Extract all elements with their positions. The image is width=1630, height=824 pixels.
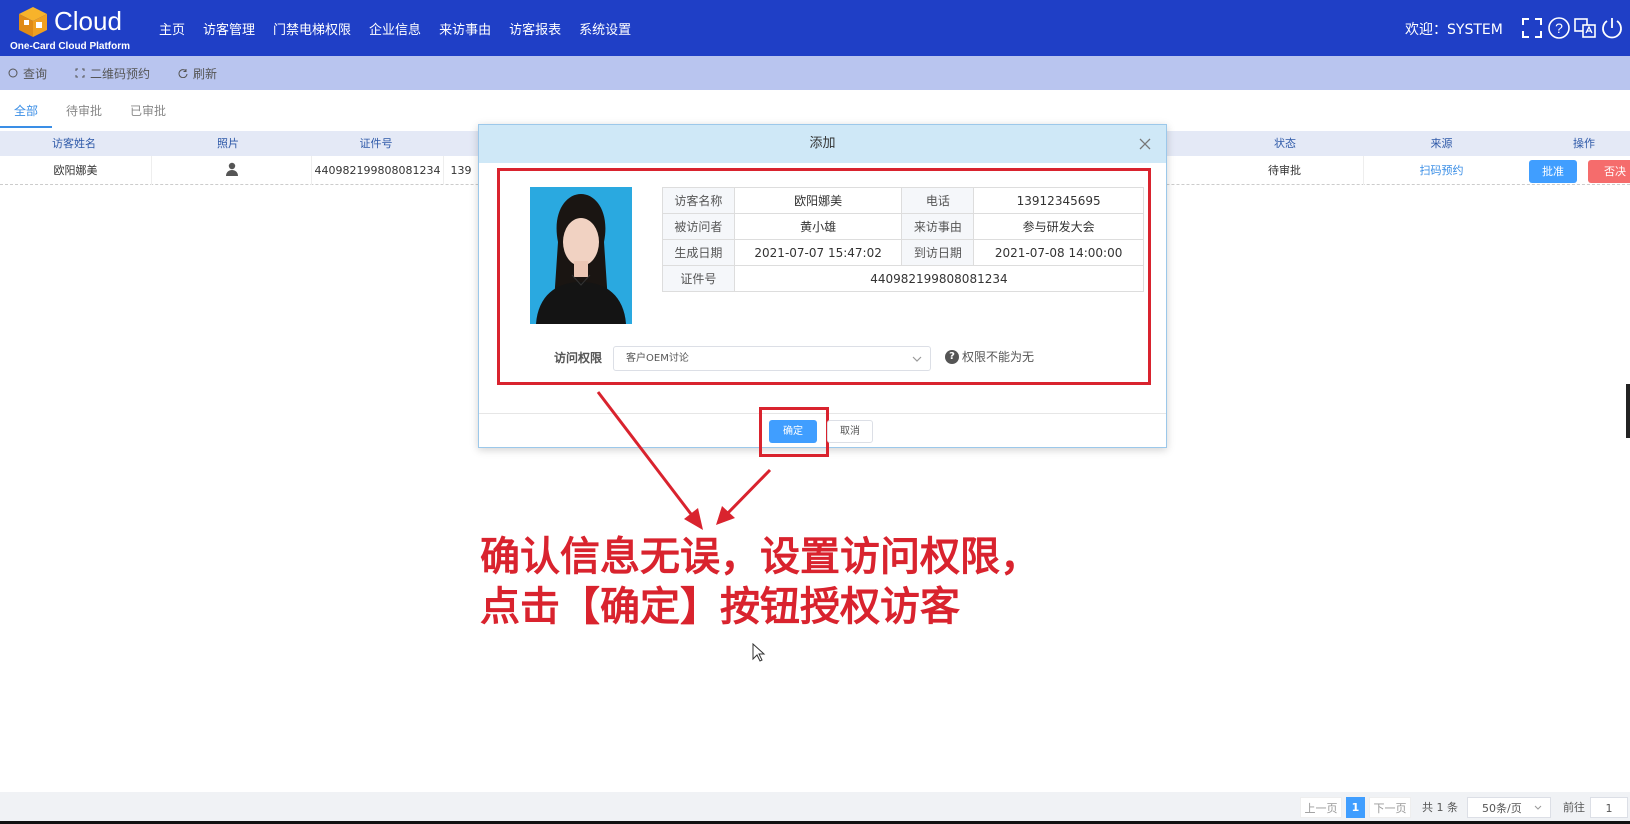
permission-select[interactable]: 客户OEM讨论 (613, 346, 931, 371)
nav-item-visitor-management[interactable]: 访客管理 (203, 19, 255, 38)
toolbar: 查询 二维码预约 刷新 (0, 56, 1630, 90)
next-page-button[interactable]: 下一页 (1369, 797, 1411, 818)
qr-booking-label: 二维码预约 (90, 66, 151, 81)
page-1-button[interactable]: 1 (1346, 797, 1365, 818)
permission-hint: ? 权限不能为无 (945, 348, 1034, 365)
nav-item-visitor-reports[interactable]: 访客报表 (509, 19, 561, 38)
label-phone: 电话 (901, 187, 975, 214)
column-visitor-name: 访客姓名 (52, 137, 96, 150)
cell-visitor-name: 欧阳娜美 (0, 156, 152, 185)
visitor-photo (530, 187, 632, 324)
chevron-down-icon (1534, 805, 1542, 810)
power-icon[interactable] (1600, 16, 1624, 40)
column-source: 来源 (1430, 137, 1453, 150)
cube-logo-icon (19, 7, 47, 37)
value-reason: 参与研发大会 (973, 213, 1144, 240)
prev-page-button[interactable]: 上一页 (1300, 797, 1342, 818)
main-nav: 主页 访客管理 门禁电梯权限 企业信息 来访事由 访客报表 系统设置 (150, 0, 640, 56)
label-host: 被访问者 (662, 213, 735, 240)
status-tabs: 全部 待审批 已审批 (0, 94, 180, 128)
permission-hint-text: 权限不能为无 (962, 350, 1035, 364)
annotation-line-1: 确认信息无误，设置访问权限， (480, 534, 1040, 580)
column-photo: 照片 (217, 137, 239, 150)
permission-label: 访问权限 (554, 351, 603, 365)
welcome-text: 欢迎：SYSTEM (1405, 22, 1503, 38)
approve-button[interactable]: 批准 (1529, 160, 1577, 183)
pagination-bar: 上一页 1 下一页 共 1 条 50条/页 前往 1 (0, 792, 1630, 822)
value-created: 2021-07-07 15:47:02 (733, 239, 903, 266)
brand-subtitle: One-Card Cloud Platform (10, 41, 131, 52)
scan-icon (75, 68, 85, 78)
page-size-select[interactable]: 50条/页 (1467, 797, 1551, 818)
refresh-button[interactable]: 刷新 (178, 65, 217, 82)
goto-label: 前往 (1563, 801, 1585, 814)
cancel-button[interactable]: 取消 (827, 420, 873, 443)
cell-photo (152, 156, 312, 185)
dialog-title: 添加 (479, 125, 1166, 163)
label-reason: 来访事由 (901, 213, 975, 240)
value-visit-date: 2021-07-08 14:00:00 (973, 239, 1144, 266)
nav-item-visit-reasons[interactable]: 来访事由 (439, 19, 491, 38)
chevron-down-icon (912, 356, 922, 362)
annotation-line-2: 点击【确定】按钮授权访客 (480, 584, 960, 630)
refresh-icon (178, 69, 188, 78)
column-id-no: 证件号 (359, 137, 393, 150)
column-actions: 操作 (1573, 137, 1595, 150)
help-icon[interactable]: ? (1547, 16, 1571, 40)
mouse-cursor-icon (752, 643, 766, 662)
nav-item-company-info[interactable]: 企业信息 (369, 19, 421, 38)
cell-id-no: 440982199808081234 (312, 156, 444, 185)
confirm-button[interactable]: 确定 (769, 420, 817, 443)
scroll-handle[interactable] (1626, 384, 1630, 438)
cell-phone: 139 (450, 164, 472, 177)
page-size-value: 50条/页 (1482, 802, 1522, 815)
column-status: 状态 (1274, 137, 1296, 150)
qr-booking-button[interactable]: 二维码预约 (75, 65, 150, 82)
query-label: 查询 (23, 66, 48, 81)
value-id-no: 440982199808081234 (733, 265, 1145, 292)
tab-approved[interactable]: 已审批 (116, 94, 180, 128)
nav-item-system-settings[interactable]: 系统设置 (579, 19, 631, 38)
nav-item-access-permissions[interactable]: 门禁电梯权限 (273, 19, 351, 38)
value-phone: 13912345695 (973, 187, 1144, 214)
close-icon[interactable] (1138, 137, 1152, 151)
value-host: 黄小雄 (733, 213, 903, 240)
language-icon[interactable] (1573, 16, 1597, 40)
svg-text:?: ? (1555, 20, 1563, 36)
refresh-label: 刷新 (193, 66, 218, 81)
label-visitor-name: 访客名称 (662, 187, 735, 214)
value-visitor-name: 欧阳娜美 (733, 187, 903, 214)
label-id-no: 证件号 (662, 265, 735, 292)
circle-icon (8, 68, 18, 78)
reject-button[interactable]: 否决 (1588, 160, 1630, 183)
top-navbar: Cloud One-Card Cloud Platform 主页 访客管理 门禁… (0, 0, 1630, 56)
label-visit-date: 到访日期 (901, 239, 975, 266)
add-dialog: 添加 访客名称 欧阳娜美 电话 13912345695 被访问者 黄小雄 来访事… (478, 124, 1167, 457)
fullscreen-icon[interactable] (1520, 16, 1544, 40)
question-circle-icon: ? (945, 349, 959, 364)
user-icon (225, 162, 238, 176)
label-created: 生成日期 (662, 239, 735, 266)
brand-name: Cloud (54, 6, 122, 36)
permission-value: 客户OEM讨论 (626, 353, 689, 364)
tab-pending[interactable]: 待审批 (52, 94, 116, 128)
nav-item-home[interactable]: 主页 (159, 19, 185, 38)
goto-page-input[interactable]: 1 (1590, 797, 1628, 818)
annotation-text: 确认信息无误，设置访问权限， 点击【确定】按钮授权访客 (480, 532, 1040, 632)
query-button[interactable]: 查询 (8, 65, 47, 82)
brand-logo[interactable]: Cloud One-Card Cloud Platform (10, 4, 140, 54)
cell-source[interactable]: 扫码预约 (1364, 156, 1519, 185)
cell-status: 待审批 (1206, 156, 1364, 185)
total-count: 共 1 条 (1422, 801, 1458, 814)
app-page: Cloud One-Card Cloud Platform 主页 访客管理 门禁… (0, 0, 1630, 824)
visitor-info-table: 访客名称 欧阳娜美 电话 13912345695 被访问者 黄小雄 来访事由 参… (662, 187, 1145, 292)
tab-all[interactable]: 全部 (0, 94, 53, 128)
